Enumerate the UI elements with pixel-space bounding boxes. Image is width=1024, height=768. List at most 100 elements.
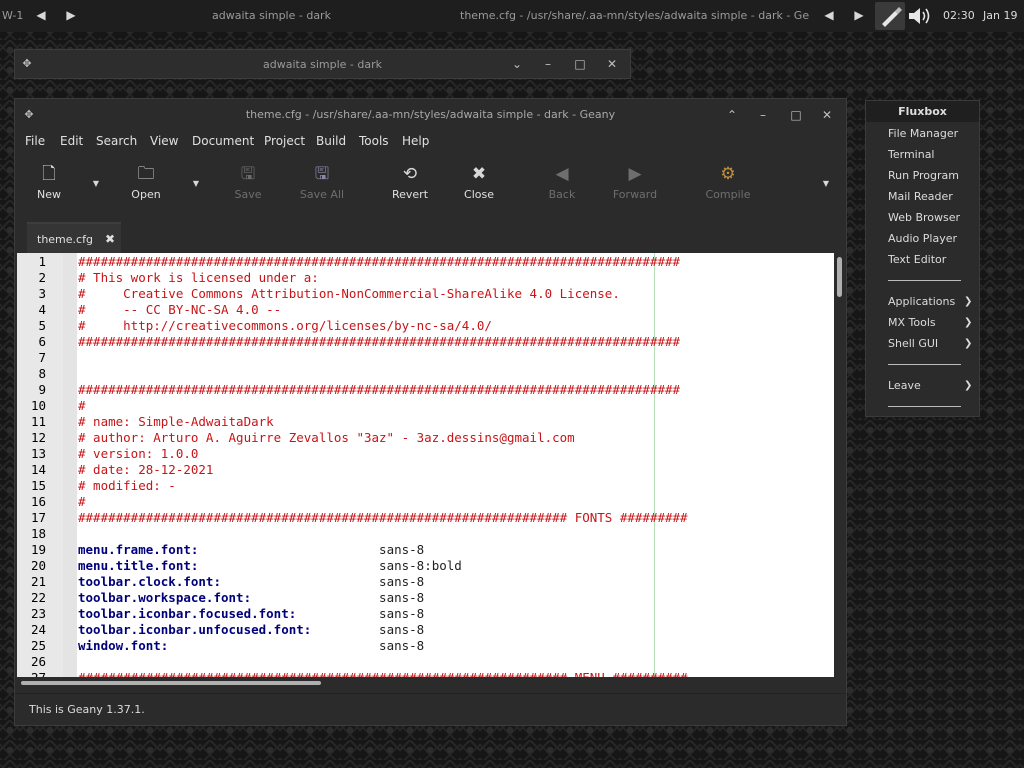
open-folder-icon: 🗀 <box>137 164 155 184</box>
menu-item-web-browser[interactable]: Web Browser <box>888 211 960 224</box>
menu-item-file-manager[interactable]: File Manager <box>888 127 958 140</box>
geany-titlebar[interactable]: ✥ theme.cfg - /usr/share/.aa-mn/styles/a… <box>15 99 846 129</box>
vertical-scrollbar[interactable] <box>834 253 846 677</box>
shade-icon[interactable]: ⌃ <box>724 107 740 123</box>
line-number: 12 <box>30 430 46 445</box>
code-line: toolbar.clock.font: sans-8 <box>78 574 424 589</box>
code-line: # modified: - <box>78 478 176 493</box>
menu-document[interactable]: Document <box>192 134 254 148</box>
minimize-icon[interactable]: – <box>540 56 556 72</box>
menu-item-shell-gui[interactable]: Shell GUI <box>888 337 938 350</box>
revert-button[interactable]: ⟲ Revert <box>380 163 440 201</box>
config-key: toolbar.iconbar.unfocused.font <box>78 622 304 637</box>
code-line: toolbar.iconbar.focused.font: sans-8 <box>78 606 424 621</box>
tab-theme-cfg[interactable]: theme.cfg ✖ <box>27 222 121 253</box>
menu-title: Fluxbox <box>866 101 979 122</box>
status-text: This is Geany 1.37.1. <box>29 703 145 716</box>
tab-close-icon[interactable]: ✖ <box>105 232 115 246</box>
adwaita-window-titlebar[interactable]: ✥ adwaita simple - dark ⌄ – □ ✕ <box>14 49 631 79</box>
prev-window-icon[interactable]: ◀ <box>822 8 836 22</box>
horizontal-scrollbar[interactable] <box>17 677 834 689</box>
menu-item-run-program[interactable]: Run Program <box>888 169 959 182</box>
minimize-icon[interactable]: – <box>755 107 771 123</box>
back-button[interactable]: ◀ Back <box>532 163 592 201</box>
menu-build[interactable]: Build <box>316 134 346 148</box>
code-line: # author: Arturo A. Aguirre Zevallos "3a… <box>78 430 575 445</box>
save-all-button[interactable]: 🖫 Save All <box>292 163 352 201</box>
code-line: ########################################… <box>78 670 688 677</box>
menu-item-terminal[interactable]: Terminal <box>888 148 935 161</box>
maximize-icon[interactable]: □ <box>788 107 804 123</box>
code-line: # name: Simple-AdwaitaDark <box>78 414 274 429</box>
menu-separator <box>888 280 961 281</box>
new-button[interactable]: 🗋 New <box>19 163 79 201</box>
code-line: menu.frame.font: sans-8 <box>78 542 424 557</box>
menu-tools[interactable]: Tools <box>359 134 389 148</box>
line-number: 7 <box>38 350 46 365</box>
scroll-thumb[interactable] <box>21 681 321 685</box>
open-button[interactable]: 🗀 Open <box>116 163 176 201</box>
line-number: 27 <box>17 670 46 677</box>
compile-icon: ⚙ <box>720 164 736 184</box>
shade-icon[interactable]: ⌄ <box>509 56 525 72</box>
next-window-icon[interactable]: ▶ <box>852 8 866 22</box>
config-value: sans-8 <box>379 606 425 621</box>
next-workspace-icon[interactable]: ▶ <box>64 8 78 22</box>
config-key: toolbar.workspace.font <box>78 590 244 605</box>
clock-date: Jan 19 <box>983 9 1018 22</box>
compile-button[interactable]: ⚙ Compile <box>698 163 758 201</box>
maximize-icon[interactable]: □ <box>572 56 588 72</box>
menu-item-mx-tools[interactable]: MX Tools <box>888 316 936 329</box>
menu-file[interactable]: File <box>25 134 45 148</box>
forward-button[interactable]: ▶ Forward <box>605 163 665 201</box>
menu-item-mail-reader[interactable]: Mail Reader <box>888 190 953 203</box>
line-number: 20 <box>30 558 46 573</box>
config-key: menu.title.font <box>78 558 191 573</box>
menu-edit[interactable]: Edit <box>60 134 83 148</box>
line-number: 1 <box>38 254 46 269</box>
close-button[interactable]: ✖ Close <box>449 163 509 201</box>
config-key: menu.frame.font <box>78 542 191 557</box>
line-number: 9 <box>38 382 46 397</box>
code-editor[interactable]: 1 #######################################… <box>17 253 834 677</box>
open-dropdown-icon[interactable]: ▼ <box>190 179 202 188</box>
line-number: 15 <box>30 478 46 493</box>
code-line: # date: 28-12-2021 <box>78 462 214 477</box>
fluxbox-menu: Fluxbox File Manager Terminal Run Progra… <box>865 100 980 417</box>
code-line: # Creative Commons Attribution-NonCommer… <box>78 286 620 301</box>
line-number: 4 <box>38 302 46 317</box>
menu-item-text-editor[interactable]: Text Editor <box>888 253 946 266</box>
taskbar-item-adwaita[interactable]: adwaita simple - dark <box>212 9 331 22</box>
line-number: 23 <box>30 606 46 621</box>
scroll-thumb[interactable] <box>837 257 842 297</box>
menu-project[interactable]: Project <box>264 134 305 148</box>
key-separator: : <box>213 574 221 589</box>
menu-separator <box>888 364 961 365</box>
geany-window: ✥ theme.cfg - /usr/share/.aa-mn/styles/a… <box>14 98 847 726</box>
line-number: 11 <box>30 414 46 429</box>
menu-item-applications[interactable]: Applications <box>888 295 955 308</box>
new-dropdown-icon[interactable]: ▼ <box>90 179 102 188</box>
workspace-name[interactable]: W-1 <box>2 9 23 22</box>
clock-time: 02:30 <box>943 9 975 22</box>
volume-icon[interactable] <box>907 6 935 29</box>
toolbar-overflow-icon[interactable]: ▼ <box>820 179 832 188</box>
prev-workspace-icon[interactable]: ◀ <box>34 8 48 22</box>
close-icon[interactable]: ✕ <box>819 107 835 123</box>
menu-help[interactable]: Help <box>402 134 429 148</box>
menu-item-leave[interactable]: Leave <box>888 379 921 392</box>
line-number: 6 <box>38 334 46 349</box>
menu-search[interactable]: Search <box>96 134 137 148</box>
code-line: menu.title.font: sans-8:bold <box>78 558 462 573</box>
save-button[interactable]: 🖫 Save <box>218 163 278 201</box>
menu-item-audio-player[interactable]: Audio Player <box>888 232 957 245</box>
taskbar-item-geany[interactable]: theme.cfg - /usr/share/.aa-mn/styles/adw… <box>460 9 809 22</box>
config-value: sans-8 <box>379 638 425 653</box>
tools-tray-icon[interactable] <box>875 2 905 30</box>
line-number: 14 <box>30 462 46 477</box>
close-icon[interactable]: ✕ <box>604 56 620 72</box>
menu-view[interactable]: View <box>150 134 178 148</box>
